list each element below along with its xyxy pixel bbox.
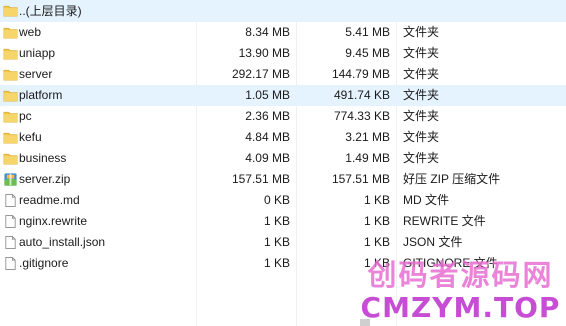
packed-size: 3.21 MB (345, 130, 390, 144)
file-size: 157.51 MB (231, 172, 290, 186)
file-size: 4.84 MB (245, 130, 290, 144)
file-size: 1.05 MB (245, 88, 290, 102)
file-row[interactable]: web 8.34 MB 5.41 MB 文件夹 (0, 22, 566, 43)
file-name: ..(上层目录) (19, 4, 82, 18)
zip-archive-icon (3, 169, 19, 190)
packed-size: 1.49 MB (345, 151, 390, 165)
file-row[interactable]: platform 1.05 MB 491.74 KB 文件夹 (0, 85, 566, 106)
parent-directory-row[interactable]: ..(上层目录) (0, 0, 566, 22)
file-size: 13.90 MB (238, 46, 290, 60)
folder-icon (3, 148, 19, 169)
file-name: platform (19, 88, 63, 102)
packed-size: 144.79 MB (331, 67, 390, 81)
folder-icon (3, 64, 19, 85)
file-name: readme.md (19, 193, 80, 207)
folder-icon (3, 127, 19, 148)
file-list: ..(上层目录) web 8.34 MB 5.41 MB 文件夹 uniapp 13.9… (0, 0, 566, 274)
folder-icon (3, 43, 19, 64)
file-size: 0 KB (263, 193, 290, 207)
file-icon (3, 190, 19, 211)
file-size: 8.34 MB (245, 25, 290, 39)
file-type: JSON 文件 (403, 235, 463, 249)
file-row[interactable]: business 4.09 MB 1.49 MB 文件夹 (0, 148, 566, 169)
file-name: business (19, 151, 67, 165)
file-type: 文件夹 (403, 151, 440, 165)
file-name: server (19, 67, 53, 81)
folder-icon (3, 85, 19, 106)
file-row[interactable]: auto_install.json 1 KB 1 KB JSON 文件 (0, 232, 566, 253)
file-name: kefu (19, 130, 42, 144)
packed-size: 1 KB (363, 214, 390, 228)
file-type: MD 文件 (403, 193, 449, 207)
packed-size: 5.41 MB (345, 25, 390, 39)
folder-icon (3, 0, 19, 22)
file-row[interactable]: kefu 4.84 MB 3.21 MB 文件夹 (0, 127, 566, 148)
file-name: web (19, 25, 42, 39)
file-type: 文件夹 (403, 88, 440, 102)
watermark: 创码者源码网 CMZYM.TOP (355, 256, 566, 326)
watermark-text: 创码者源码网 (367, 257, 554, 292)
file-type: 文件夹 (403, 109, 440, 123)
file-row[interactable]: pc 2.36 MB 774.33 KB 文件夹 (0, 106, 566, 127)
file-size: 4.09 MB (245, 151, 290, 165)
file-size: 1 KB (263, 235, 290, 249)
file-row[interactable]: readme.md 0 KB 1 KB MD 文件 (0, 190, 566, 211)
file-row[interactable]: server.zip 157.51 MB 157.51 MB 好压 ZIP 压缩文件 (0, 169, 566, 190)
file-size: 2.36 MB (245, 109, 290, 123)
watermark-domain: CMZYM.TOP (360, 290, 561, 324)
file-type: 文件夹 (403, 67, 440, 81)
file-icon (3, 232, 19, 253)
file-name: uniapp (19, 46, 56, 60)
file-name: auto_install.json (19, 235, 106, 249)
packed-size: 491.74 KB (333, 88, 390, 102)
file-size: 292.17 MB (231, 67, 290, 81)
file-name: pc (19, 109, 32, 123)
file-size: 1 KB (263, 256, 290, 270)
file-name: server.zip (19, 172, 71, 186)
file-type: REWRITE 文件 (403, 214, 486, 228)
packed-size: 1 KB (363, 235, 390, 249)
file-type: 文件夹 (403, 130, 440, 144)
packed-size: 9.45 MB (345, 46, 390, 60)
file-name: nginx.rewrite (19, 214, 88, 228)
file-row[interactable]: nginx.rewrite 1 KB 1 KB REWRITE 文件 (0, 211, 566, 232)
folder-icon (3, 106, 19, 127)
file-row[interactable]: server 292.17 MB 144.79 MB 文件夹 (0, 64, 566, 85)
file-size (196, 0, 290, 22)
file-type: 好压 ZIP 压缩文件 (403, 172, 501, 186)
packed-size: 157.51 MB (331, 172, 390, 186)
file-icon (3, 211, 19, 232)
folder-icon (3, 22, 19, 43)
file-size: 1 KB (263, 214, 290, 228)
file-icon (3, 253, 19, 274)
file-type: 文件夹 (403, 25, 440, 39)
file-name: .gitignore (19, 256, 69, 270)
file-row[interactable]: uniapp 13.90 MB 9.45 MB 文件夹 (0, 43, 566, 64)
packed-size (296, 0, 390, 22)
file-type: 文件夹 (403, 46, 440, 60)
packed-size: 774.33 KB (333, 109, 390, 123)
packed-size: 1 KB (363, 193, 390, 207)
